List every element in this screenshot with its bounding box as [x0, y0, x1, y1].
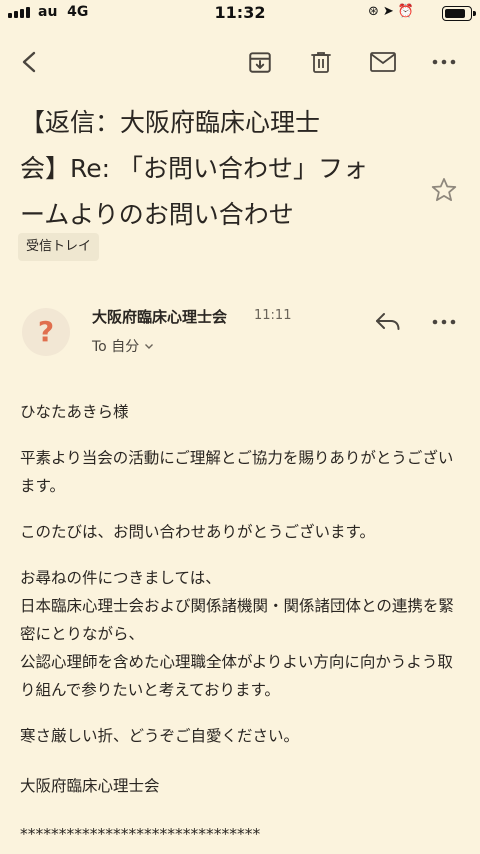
recipient-details-toggle[interactable]: To 自分 — [92, 336, 155, 356]
body-line: お尋ねの件につきましては、 — [20, 569, 221, 587]
battery-icon — [442, 6, 476, 21]
chevron-down-icon — [145, 344, 154, 349]
signature: 大阪府臨床心理士会 — [20, 777, 160, 795]
subject-line: 【返信：大阪府臨床心理士 — [20, 108, 321, 137]
reply-button[interactable] — [368, 302, 408, 342]
alarm-icon: ⏰ — [397, 4, 418, 19]
email-subject: 【返信：大阪府臨床心理士 会】Re: 「お問い合わせ」フォ ームよりのお問い合わ… — [20, 100, 420, 238]
trash-icon — [311, 52, 331, 73]
message-toolbar — [0, 40, 480, 84]
separator-line: ******************************* — [20, 825, 261, 843]
body-paragraph: 寒さ厳しい折、どうぞご自愛ください。 — [20, 727, 300, 745]
status-bar: au 4G 11:32 ⊛➤⏰ — [0, 0, 480, 26]
battery-level — [445, 9, 465, 18]
more-options-button[interactable] — [422, 40, 466, 84]
star-button[interactable] — [430, 176, 460, 206]
message-more-button[interactable] — [424, 302, 464, 342]
sender-avatar[interactable]: ? — [22, 308, 70, 356]
reply-icon — [376, 313, 400, 330]
delete-button[interactable] — [299, 40, 343, 84]
archive-icon — [249, 52, 271, 73]
body-paragraph: 平素より当会の活動にご理解とご協力を賜りありがとうございます。 — [20, 449, 454, 495]
inbox-label-chip[interactable]: 受信トレイ — [18, 233, 100, 261]
body-paragraph: お尋ねの件につきましては、 日本臨床心理士会および関係諸機関・関係諸団体との連携… — [20, 564, 466, 704]
greeting: ひなたあきら様 — [20, 403, 129, 421]
recipient-label: To 自分 — [92, 339, 140, 355]
message-time: 11:11 — [254, 308, 292, 323]
message-body: ひなたあきら様 平素より当会の活動にご理解とご協力を賜りありがとうございます。 … — [20, 398, 466, 854]
subject-line: ームよりのお問い合わせ — [20, 200, 294, 229]
rotation-lock-icon: ⊛ — [368, 4, 383, 19]
chevron-left-icon — [22, 51, 36, 73]
sender-name: 大阪府臨床心理士会 — [92, 308, 228, 326]
back-button[interactable] — [8, 40, 52, 84]
mark-unread-button[interactable] — [361, 40, 405, 84]
more-horizontal-icon — [432, 59, 456, 65]
body-line: 日本臨床心理士会および関係諸機関・関係諸団体との連携を緊密にとりながら、 — [20, 597, 454, 643]
subject-line: 会】Re: 「お問い合わせ」フォ — [20, 154, 368, 183]
star-icon — [431, 178, 457, 202]
body-paragraph: このたびは、お問い合わせありがとうございます。 — [20, 523, 375, 541]
status-icons: ⊛➤⏰ — [368, 4, 418, 19]
archive-button[interactable] — [238, 40, 282, 84]
body-line: 公認心理師を含めた心理職全体がよりよい方向に向かうよう取り組んで参りたいと考えて… — [20, 653, 453, 699]
location-icon: ➤ — [382, 4, 398, 19]
mail-icon — [370, 52, 396, 72]
more-horizontal-icon — [432, 319, 456, 325]
